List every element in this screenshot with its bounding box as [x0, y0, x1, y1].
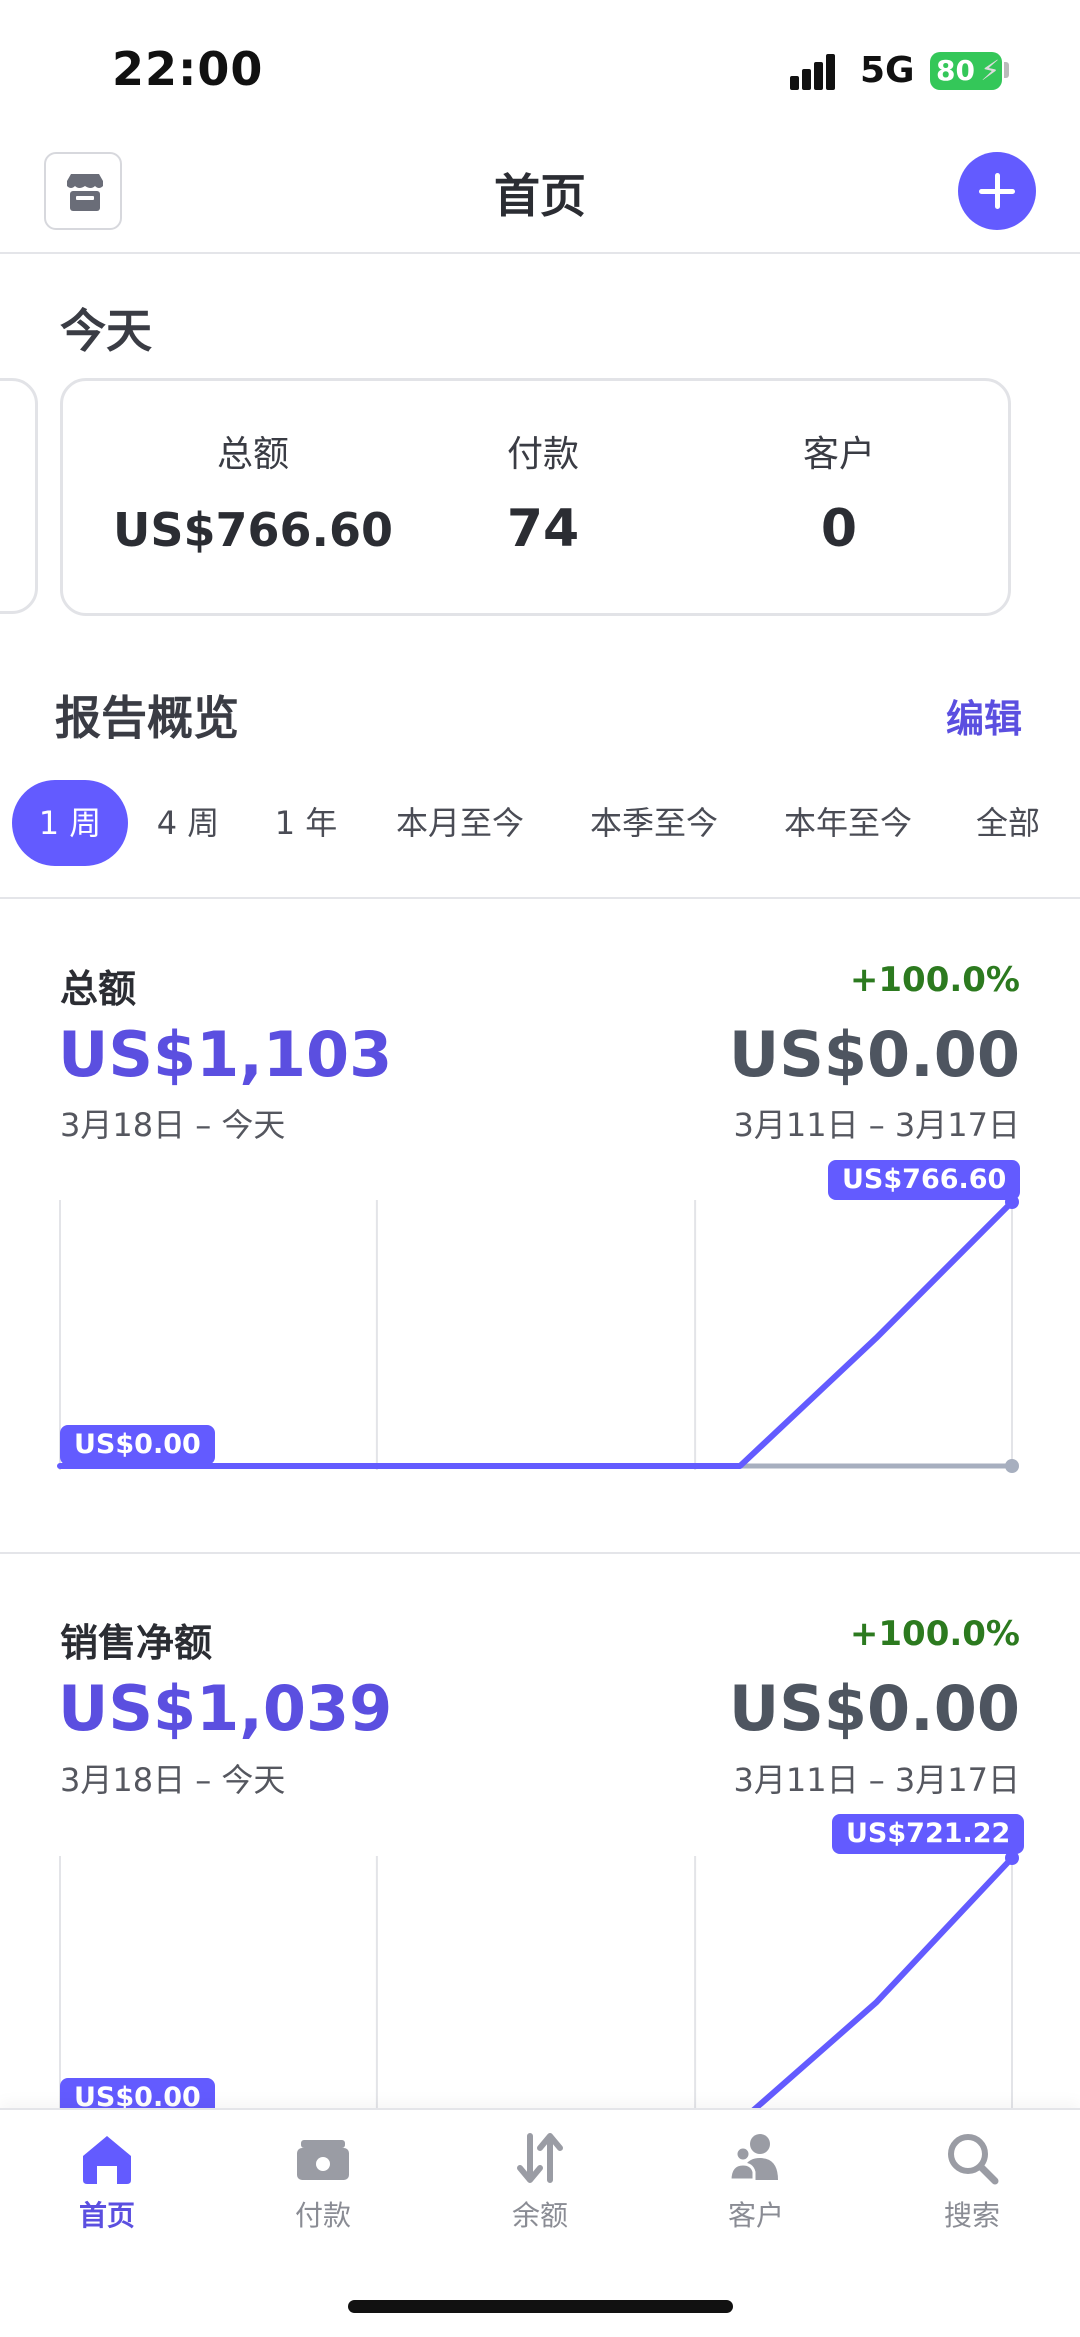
add-button[interactable]: [958, 152, 1036, 230]
stat-label: 客户: [802, 434, 875, 475]
home-indicator: [348, 2300, 733, 2313]
today-stat-payments: 付款 74: [443, 425, 643, 559]
nav-label: 客户: [727, 2199, 784, 2232]
previous-period-end-point: [1005, 1459, 1019, 1473]
battery-level: 80: [936, 54, 975, 87]
battery-icon: 80 ⚡: [930, 52, 1002, 90]
metric-previous-value: US$0.00: [728, 1018, 1020, 1091]
nav-label: 首页: [78, 2199, 135, 2232]
chart-end-label: US$721.22: [832, 1814, 1025, 1854]
chart-start-label: US$0.00: [60, 1425, 215, 1465]
nav-item-home[interactable]: 首页: [27, 2128, 187, 2234]
divider: [0, 1552, 1080, 1554]
home-icon: [83, 2136, 131, 2184]
tab-year-to-date[interactable]: 本年至今: [768, 780, 928, 866]
stat-value: 74: [506, 499, 580, 559]
tab-all[interactable]: 全部: [962, 780, 1054, 866]
battery-cap: [1004, 62, 1009, 78]
metric-title: 总额: [60, 967, 137, 1011]
metric-previous-range: 3月11日 – 3月17日: [733, 1761, 1020, 1799]
metric-range: 3月18日 – 今天: [60, 1761, 286, 1799]
nav-label: 余额: [511, 2199, 568, 2232]
today-stat-customers: 客户 0: [739, 425, 939, 559]
stat-value: 0: [820, 499, 858, 559]
nav-item-search[interactable]: 搜索: [892, 2128, 1052, 2234]
metric-value: US$1,103: [58, 1018, 393, 1091]
metric-title: 销售净额: [60, 1621, 213, 1665]
payments-icon: [297, 2140, 349, 2180]
metric-previous-range: 3月11日 – 3月17日: [733, 1106, 1020, 1144]
metric-previous-value: US$0.00: [728, 1672, 1020, 1745]
nav-label: 搜索: [943, 2199, 1000, 2232]
charging-bolt-icon: ⚡: [980, 54, 1000, 87]
metric-change: +100.0%: [849, 960, 1020, 1000]
divider: [0, 897, 1080, 899]
report-overview-title: 报告概览: [55, 691, 239, 745]
cellular-signal-icon: [790, 52, 844, 90]
nav-label: 付款: [294, 2199, 351, 2232]
tab-quarter-to-date[interactable]: 本季至今: [574, 780, 734, 866]
nav-item-balance[interactable]: 余额: [460, 2128, 620, 2234]
status-time: 22:00: [112, 42, 264, 96]
today-title: 今天: [60, 304, 152, 358]
tab-1-year[interactable]: 1 年: [258, 780, 354, 866]
metric-change: +100.0%: [849, 1614, 1020, 1654]
previous-today-card[interactable]: [0, 378, 38, 614]
nav-item-payments[interactable]: 付款: [243, 2128, 403, 2234]
network-type: 5G: [860, 50, 915, 91]
status-bar: 22:00 5G 80 ⚡: [0, 0, 1080, 140]
metric-range: 3月18日 – 今天: [60, 1106, 286, 1144]
stat-label: 总额: [216, 434, 289, 475]
search-icon: [948, 2134, 999, 2185]
chart-end-label: US$766.60: [828, 1160, 1021, 1200]
metric-value: US$1,039: [58, 1672, 393, 1745]
today-summary-card[interactable]: 总额 US$766.60 付款 74 客户 0: [60, 378, 1011, 616]
stat-label: 付款: [506, 434, 579, 475]
tab-1-week[interactable]: 1 周: [12, 780, 128, 866]
tab-month-to-date[interactable]: 本月至今: [380, 780, 540, 866]
customers-icon: [728, 2134, 778, 2182]
stat-value: US$766.60: [113, 503, 393, 557]
page-title: 首页: [494, 169, 586, 223]
today-stat-gross: 总额 US$766.60: [103, 425, 403, 557]
period-tabs: 1 周 4 周 1 年 本月至今 本季至今 本年至今 全部: [0, 780, 1080, 868]
edit-link[interactable]: 编辑: [946, 688, 1022, 743]
balance-icon: [517, 2133, 563, 2183]
app-header: 首页: [0, 140, 1080, 254]
nav-item-customers[interactable]: 客户: [676, 2128, 836, 2234]
tab-4-weeks[interactable]: 4 周: [140, 780, 236, 866]
